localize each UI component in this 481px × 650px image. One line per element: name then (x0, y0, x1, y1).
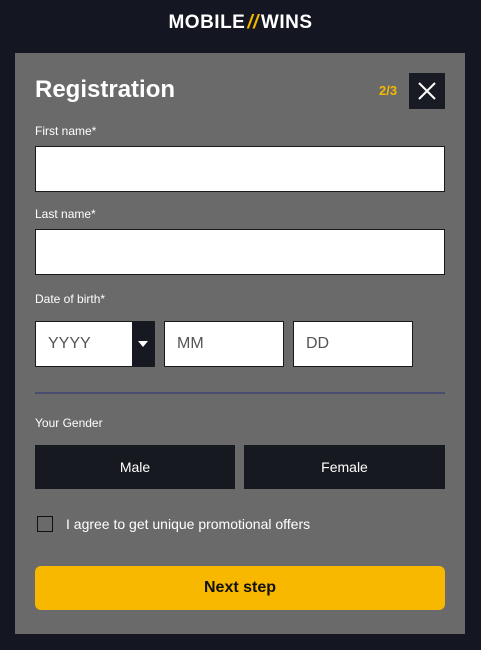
dob-month-input[interactable] (165, 322, 283, 366)
last-name-input[interactable] (35, 229, 445, 275)
step-indicator: 2/3 (379, 83, 398, 98)
close-icon (418, 82, 436, 100)
gender-male-button[interactable]: Male (35, 445, 235, 489)
brand-logo-left: MOBILE (168, 12, 246, 33)
first-name-label: First name* (35, 124, 97, 138)
dob-year-input[interactable] (36, 322, 132, 366)
brand-logo-separator: // (247, 12, 259, 33)
brand-logo: MOBILE//WINS (0, 12, 481, 34)
last-name-label: Last name* (35, 207, 96, 221)
gender-label: Your Gender (35, 416, 103, 430)
registration-panel: Registration 2/3 First name* Last name* … (15, 53, 465, 634)
dob-label: Date of birth* (35, 292, 106, 306)
first-name-input[interactable] (35, 146, 445, 192)
brand-logo-right: WINS (260, 12, 313, 33)
dob-month-field[interactable] (164, 321, 284, 367)
chevron-down-icon (138, 341, 148, 347)
dob-year-dropdown-button[interactable] (132, 322, 154, 366)
dob-day-input[interactable] (294, 322, 412, 366)
next-step-button[interactable]: Next step (35, 566, 445, 610)
form-title: Registration (35, 76, 176, 103)
promo-consent-label[interactable]: I agree to get unique promotional offers (66, 516, 310, 532)
gender-female-button[interactable]: Female (244, 445, 445, 489)
close-button[interactable] (409, 73, 445, 109)
dob-year-select[interactable] (35, 321, 155, 367)
divider (35, 392, 445, 394)
dob-day-field[interactable] (293, 321, 413, 367)
promo-checkbox[interactable] (37, 516, 53, 532)
